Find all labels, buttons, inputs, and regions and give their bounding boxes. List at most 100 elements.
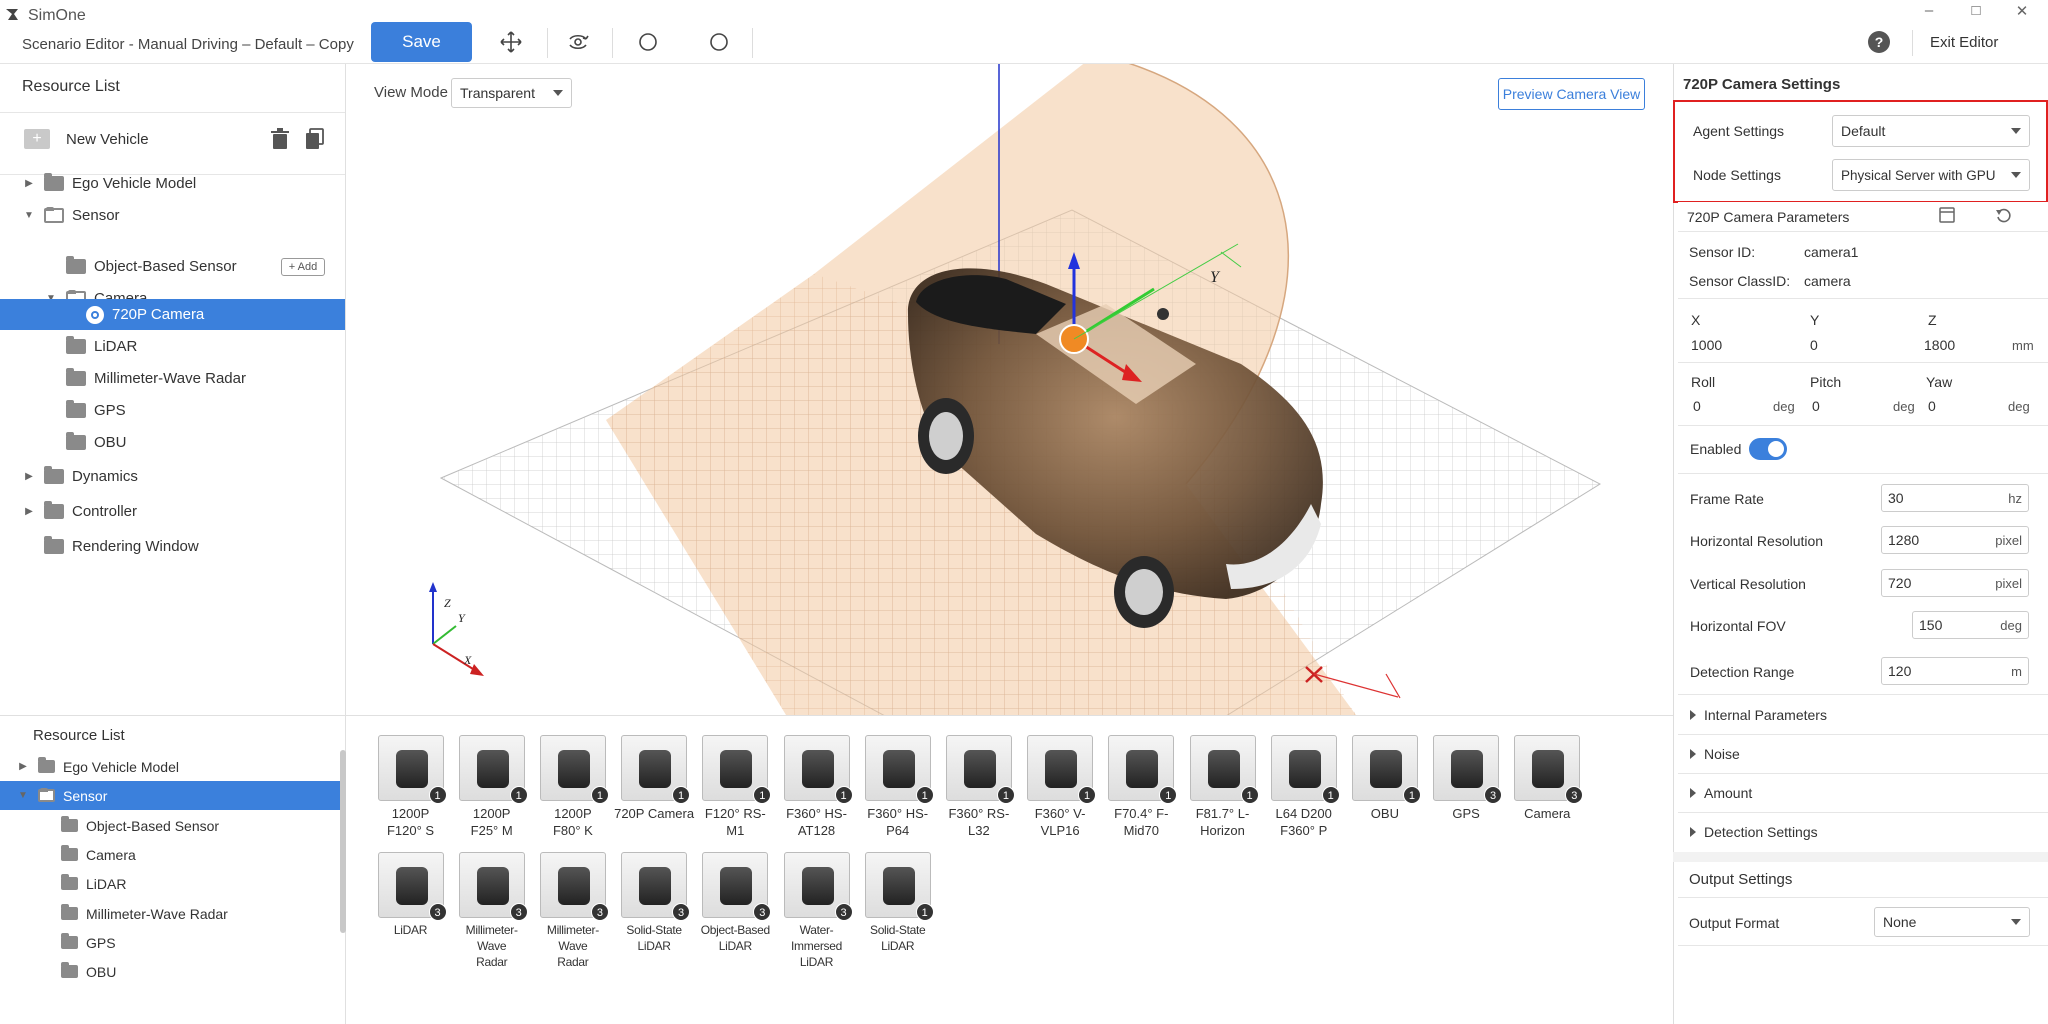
delete-icon[interactable] — [270, 128, 290, 150]
save-template-icon[interactable] — [1938, 206, 1956, 224]
rotate-tool-button[interactable] — [564, 28, 592, 56]
count-badge: 1 — [1402, 786, 1421, 804]
preview-camera-view-button[interactable]: Preview Camera View — [1498, 78, 1645, 110]
axis-y-label: Y — [458, 611, 466, 625]
gallery-item[interactable]: 1 1200P F25° M — [451, 735, 532, 839]
library-item-camera[interactable]: Camera — [0, 840, 340, 869]
library-item-gps[interactable]: GPS — [0, 928, 340, 957]
divider — [1678, 362, 2048, 363]
horizontal-fov-label: Horizontal FOV — [1690, 618, 1786, 634]
gallery-item[interactable]: 1 OBU — [1344, 735, 1425, 822]
reset-icon[interactable] — [1995, 206, 2013, 224]
horizontal-fov-input[interactable]: 150 deg — [1912, 611, 2029, 639]
noise-expander[interactable]: Noise — [1690, 746, 1740, 762]
tree-item-dynamics[interactable]: ▶ Dynamics — [0, 461, 345, 492]
circle-tool-button-2[interactable] — [705, 28, 733, 56]
output-format-select[interactable]: None — [1874, 907, 2030, 937]
pitch-input[interactable]: 0 — [1812, 398, 1820, 414]
maximize-button[interactable]: □ — [1964, 2, 1988, 24]
count-badge: 1 — [1078, 786, 1097, 804]
gallery-item[interactable]: 3 Object-Based LiDAR — [695, 852, 776, 954]
detection-range-input[interactable]: 120 m — [1881, 657, 2029, 685]
tree-item-720p-camera[interactable]: 720P Camera — [0, 299, 345, 330]
gallery-label-line1: LiDAR — [393, 923, 428, 937]
gallery-item[interactable]: 1 F120° RS- M1 — [695, 735, 776, 839]
library-item-object-based-sensor[interactable]: Object-Based Sensor — [0, 811, 340, 840]
library-item-lidar[interactable]: LiDAR — [0, 869, 340, 898]
gallery-item[interactable]: 3 Water-Immersed LiDAR — [776, 852, 857, 970]
gallery-item[interactable]: 1 1200P F120° S — [370, 735, 451, 839]
gallery-label: 1200P F25° M — [451, 805, 532, 839]
gallery-item[interactable]: 3 Millimeter-Wave Radar — [451, 852, 532, 970]
gallery-item[interactable]: 1 F360° RS- L32 — [938, 735, 1019, 839]
tree-item-rendering-window[interactable]: Rendering Window — [0, 531, 345, 562]
gallery-item[interactable]: 1 F70.4° F- Mid70 — [1101, 735, 1182, 839]
gallery-item[interactable]: 3 GPS — [1426, 735, 1507, 822]
chevron-down-icon — [2011, 172, 2021, 178]
copy-icon[interactable] — [305, 128, 325, 150]
gallery-item[interactable]: 1 L64 D200 F360° P — [1263, 735, 1344, 839]
gallery-item[interactable]: 1 Solid-State LiDAR — [857, 852, 938, 954]
tree-item-obu[interactable]: OBU — [0, 427, 345, 458]
gallery-item[interactable]: 1 F360° V- VLP16 — [1020, 735, 1101, 839]
gallery-item[interactable]: 1 720P Camera — [614, 735, 695, 822]
hres-unit: pixel — [1995, 532, 2022, 548]
move-tool-button[interactable] — [497, 28, 525, 56]
library-item-obu[interactable]: OBU — [0, 957, 340, 986]
save-button[interactable]: Save — [371, 22, 472, 62]
internal-parameters-expander[interactable]: Internal Parameters — [1690, 707, 1827, 723]
frame-rate-input[interactable]: 30 hz — [1881, 484, 2029, 512]
gallery-item[interactable]: 3 Millimeter-Wave Radar — [532, 852, 613, 970]
tree-item-lidar[interactable]: LiDAR — [0, 331, 345, 362]
output-settings-title: Output Settings — [1689, 871, 1793, 888]
agent-settings-select[interactable]: Default — [1832, 115, 2030, 147]
gallery-item[interactable]: 1 F360° HS- AT128 — [776, 735, 857, 839]
y-input[interactable]: 0 — [1810, 337, 1818, 353]
sensor-device-icon — [639, 750, 672, 788]
z-input[interactable]: 1800 — [1924, 337, 1955, 353]
minimize-button[interactable]: – — [1917, 2, 1941, 24]
gallery-item[interactable]: 1 F81.7° L- Horizon — [1182, 735, 1263, 839]
enabled-toggle[interactable] — [1749, 438, 1787, 460]
detection-settings-expander[interactable]: Detection Settings — [1690, 824, 1818, 840]
tree-item-sensor[interactable]: ▼ Sensor — [0, 200, 345, 231]
circle-tool-button-1[interactable] — [634, 28, 662, 56]
gallery-item[interactable]: 1 F360° HS- P64 — [857, 735, 938, 839]
gallery-item[interactable]: 1 1200P F80° K — [532, 735, 613, 839]
section-spacer — [1673, 852, 2048, 862]
tree-item-controller[interactable]: ▶ Controller — [0, 496, 345, 527]
library-item-millimeter-wave-radar[interactable]: Millimeter-Wave Radar — [0, 899, 340, 928]
gallery-label-line1: F360° V- — [1034, 806, 1086, 821]
sensor-thumbnail: 3 — [702, 852, 772, 921]
sensor-thumbnail: 1 — [377, 735, 447, 804]
view-mode-select[interactable]: Transparent — [451, 78, 572, 108]
tree-item-ego-vehicle-model[interactable]: ▶ Ego Vehicle Model — [0, 168, 345, 199]
x-input[interactable]: 1000 — [1691, 337, 1722, 353]
gallery-item[interactable]: 3 Camera — [1507, 735, 1588, 822]
gallery-item[interactable]: 3 Solid-State LiDAR — [614, 852, 695, 954]
vertical-resolution-input[interactable]: 720 pixel — [1881, 569, 2029, 597]
tree-item-millimeter-wave-radar[interactable]: Millimeter-Wave Radar — [0, 363, 345, 394]
yaw-input[interactable]: 0 — [1928, 398, 1936, 414]
tree-label: LiDAR — [94, 338, 138, 355]
roll-input[interactable]: 0 — [1693, 398, 1701, 414]
close-button[interactable]: ✕ — [2010, 2, 2034, 24]
tree-item-gps[interactable]: GPS — [0, 395, 345, 426]
scene-viewport[interactable]: Y Z Y X — [346, 64, 1673, 715]
tree-item-object-based-sensor[interactable]: Object-Based Sensor + Add — [0, 251, 345, 282]
new-vehicle-row[interactable]: + New Vehicle — [0, 113, 345, 175]
add-button[interactable]: + Add — [281, 258, 325, 276]
gallery-label-line1: Water-Immersed — [791, 923, 842, 953]
gallery-item[interactable]: 3 LiDAR — [370, 852, 451, 938]
amount-expander[interactable]: Amount — [1690, 785, 1752, 801]
node-settings-select[interactable]: Physical Server with GPU — [1832, 159, 2030, 191]
help-icon[interactable]: ? — [1868, 31, 1890, 53]
count-badge: 1 — [1321, 786, 1340, 804]
library-item-sensor[interactable]: ▼ Sensor — [0, 781, 340, 810]
gallery-label-line1: F360° HS- — [867, 806, 929, 821]
library-item-ego-vehicle-model[interactable]: ▶ Ego Vehicle Model — [0, 752, 340, 781]
horizontal-resolution-input[interactable]: 1280 pixel — [1881, 526, 2029, 554]
folder-icon — [61, 874, 78, 890]
exit-editor-button[interactable]: Exit Editor — [1930, 34, 1998, 51]
folder-icon — [61, 845, 78, 861]
